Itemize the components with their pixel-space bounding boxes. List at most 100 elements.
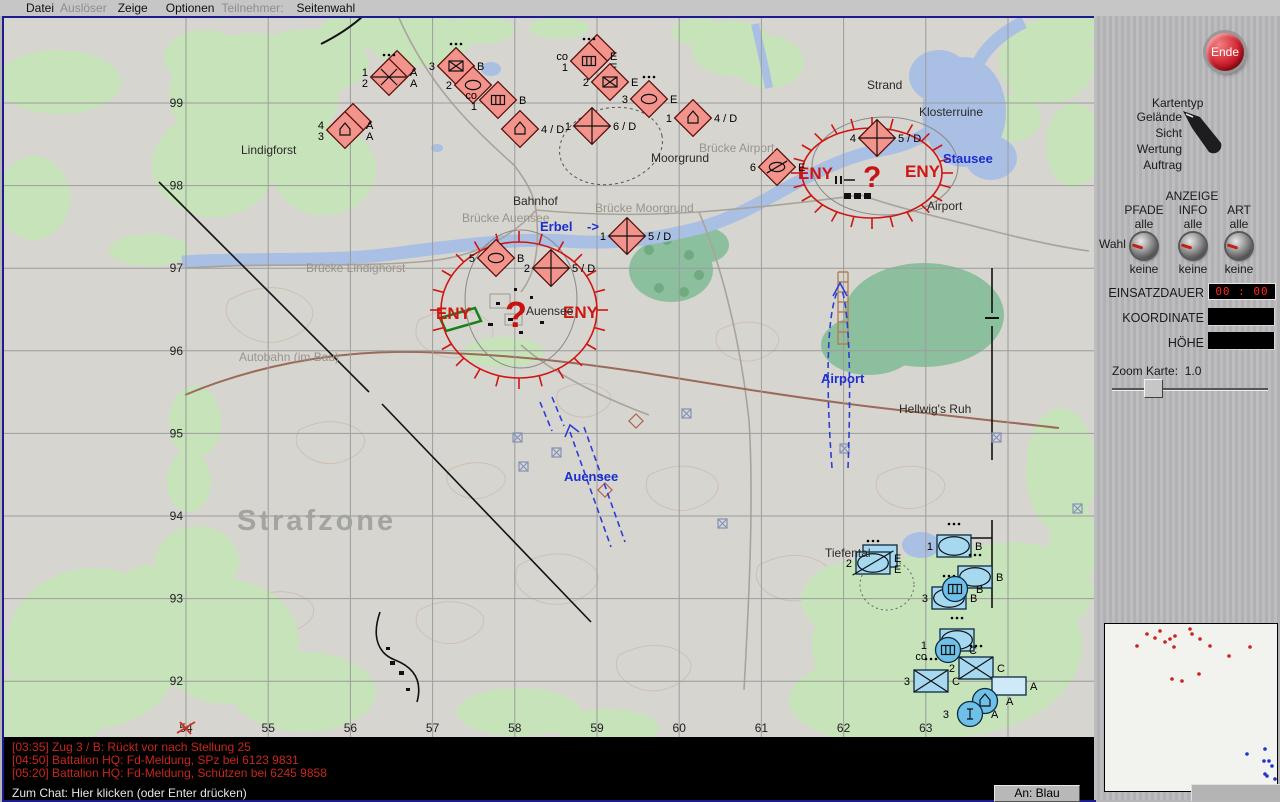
menu-item-optionen[interactable]: Optionen [166,0,215,16]
place-label: Brücke Auensee [462,211,550,225]
display-column-art: ART alle keine [1215,203,1263,276]
option-alle: alle [1229,217,1249,231]
minimap-red-dot [1197,672,1201,676]
control-sidebar: Ende Kartentyp Gelände Sicht Wertung Auftra… [1094,0,1280,801]
message-log[interactable]: [03:35] Zug 3 / B: Rückt vor nach Stellu… [4,737,1094,787]
unit-label-left: 1 [927,541,933,553]
grid-y-label: 95 [170,426,184,440]
unit-label-left: 3 [429,61,435,73]
minimap-blue-dot [1245,752,1249,756]
column-name: ART [1227,203,1251,217]
simulation-window: 545556575859606162639998979695949392 [2,16,1096,802]
map-type-options[interactable]: Gelände Sicht Wertung Auftrag [1094,109,1182,173]
grid-x-label: 55 [262,721,276,735]
minimap-blue-dot [1265,774,1269,778]
minimap-red-dot [1173,634,1177,638]
minimap-red-dot [1208,644,1212,648]
map-type-option-sicht[interactable]: Sicht [1094,125,1182,141]
unit-label-left: 1 [666,113,672,125]
end-button[interactable]: Ende [1206,33,1244,71]
minimap-red-dot [1227,654,1231,658]
place-label: Strafzone [237,505,396,537]
minimap-red-dot [1190,632,1194,636]
unit-label-right: E [631,77,638,89]
info-knob[interactable] [1180,233,1206,259]
status-bar: Zum Chat: Hier klicken (oder Enter drück… [4,785,1094,802]
minimap-red-dot [1198,637,1202,641]
unit-label-right: 4 / D [714,113,737,125]
display-section-title: ANZEIGE [1165,189,1219,203]
unit-label-right: A [366,131,374,143]
minimap-red-dot [1170,677,1174,681]
option-keine: keine [1129,262,1159,276]
unit-label-left: 1 [565,121,571,133]
unit-label-left: co [915,651,927,663]
place-label: Strand [867,78,902,92]
unit-label-right: A [1030,681,1038,693]
place-label: Auensee [526,304,574,318]
unit-label-left: 3 [943,709,949,721]
mission-time-label: EINSATZDAUER [1108,286,1204,300]
unit-label-left: 2 [362,78,368,90]
eny-unknown-mark: ? [505,294,527,335]
map-viewport[interactable]: 545556575859606162639998979695949392 [4,18,1094,737]
place-label: Tiefental [825,546,871,560]
minimap-red-dot [1145,632,1149,636]
grid-y-label: 94 [170,509,184,523]
grid-x-label: 56 [344,721,358,735]
grid-x-label: 60 [673,721,687,735]
map-type-knob-pointer[interactable] [1180,108,1226,154]
place-label: Brücke Moorgrund [595,201,694,215]
eny-unknown-mark: ? [863,161,881,194]
unit-label-left: 1 [471,101,477,113]
zoom-slider-track[interactable] [1112,388,1268,391]
art-knob[interactable] [1226,233,1252,259]
display-column-pfade: PFADE alle keine [1120,203,1168,276]
pfade-knob[interactable] [1131,233,1157,259]
place-label: -> [587,219,599,234]
zoom-slider-thumb[interactable] [1144,379,1163,398]
unit-label-left: 1 [562,62,568,74]
map-type-option-gelnde[interactable]: Gelände [1094,109,1182,125]
grid-y-label: 98 [170,179,184,193]
place-label: Airport [821,371,865,386]
unit-label-right: A [1006,696,1014,708]
unit-label-right: 5 / D [898,133,921,145]
minimap-blue-dot [1267,759,1271,763]
minimap-red-dot [1172,645,1176,649]
unit-label-left: 1 [600,231,606,243]
map-type-option-wertung[interactable]: Wertung [1094,141,1182,157]
menu-item-zeige[interactable]: Zeige [118,0,148,16]
chat-recipient-button[interactable]: An: Blau [994,785,1080,802]
minimap-blue-dot [1273,777,1277,781]
coordinate-label: KOORDINATE [1122,311,1204,325]
unit-label-right: A [410,78,418,90]
place-label: Autobahn (im Bau) [239,350,339,364]
map-type-option-auftrag[interactable]: Auftrag [1094,157,1182,173]
overview-minimap[interactable] [1104,623,1278,792]
height-display [1208,332,1275,350]
grid-y-label: 93 [170,592,184,606]
height-label: HÖHE [1167,336,1204,350]
menu-item-seitenwahl[interactable]: Seitenwahl [296,0,355,16]
unit-label-right: B [519,95,526,107]
eny-label: ENY [436,304,472,323]
unit-label-right: 4 / D [541,124,564,136]
unit-label-left: 2 [949,663,955,675]
grid-x-label: 61 [755,721,769,735]
minimap-red-dot [1168,637,1172,641]
column-name: INFO [1178,203,1208,217]
grid-y-label: 96 [170,344,184,358]
menu-item-datei[interactable]: Datei [26,0,54,16]
place-label: Bahnhof [513,194,558,208]
display-column-info: INFO alle keine [1169,203,1217,276]
place-label: Lindigforst [241,143,297,157]
chat-hint[interactable]: Zum Chat: Hier klicken (oder Enter drück… [12,787,247,800]
place-label: Brücke Lindighorst [306,261,406,275]
unit-label-left: 2 [583,77,589,89]
unit-label-right: 5 / D [572,263,595,275]
place-label: Airport [927,199,963,213]
map-zoom-label: Zoom Karte: 1.0 [1112,364,1201,378]
unit-label-right: B [996,572,1003,584]
eny-label: ENY [905,162,941,181]
